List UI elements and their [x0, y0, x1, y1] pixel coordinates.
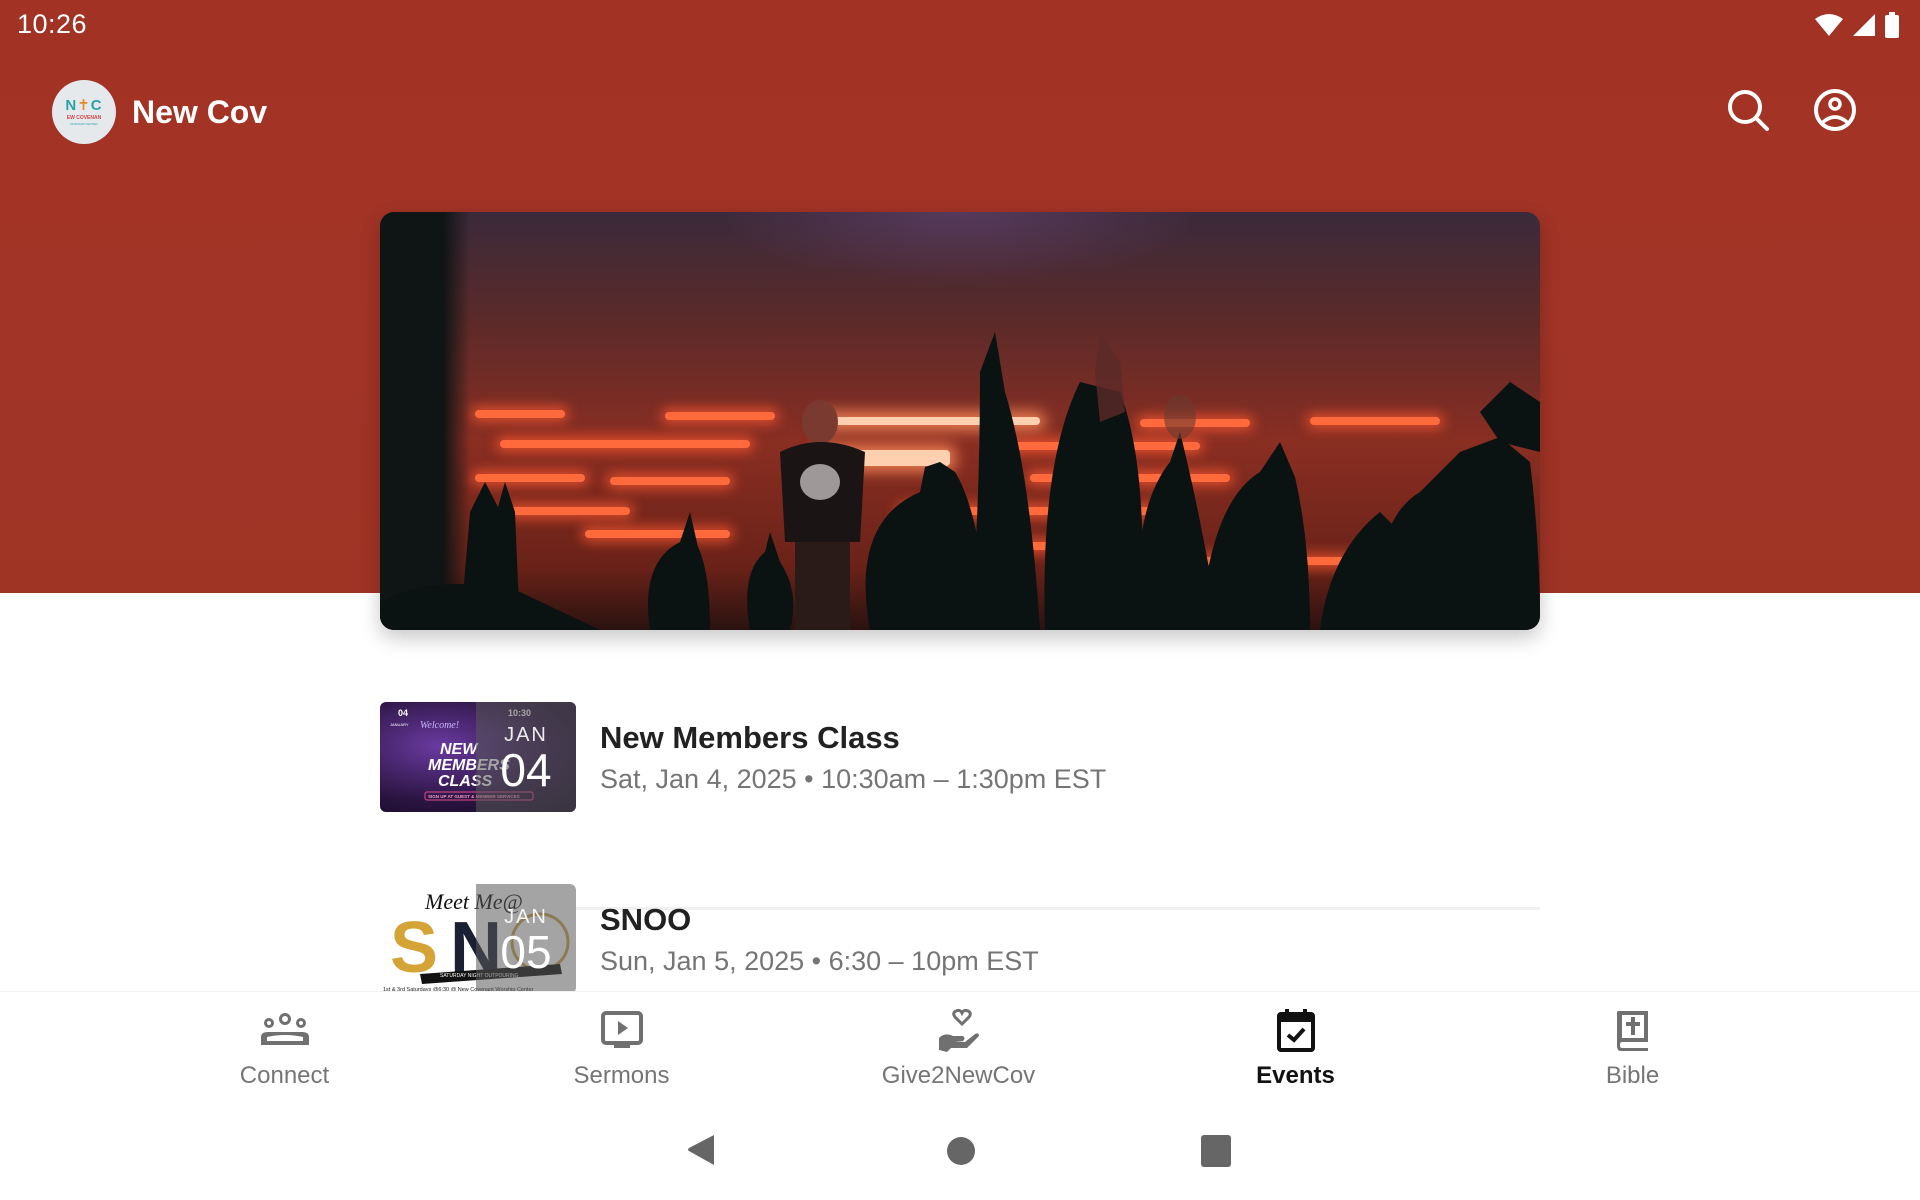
nav-tab-give[interactable]: Give2NewCov	[790, 992, 1127, 1099]
svg-text:Welcome!: Welcome!	[420, 720, 459, 731]
event-thumbnail: 04 JANUARY Welcome! NEW MEMBERS CLASS 10…	[380, 702, 576, 812]
event-datetime: Sun, Jan 5, 2025 • 6:30 – 10pm EST	[600, 946, 1039, 976]
event-title: SNOO	[600, 902, 692, 937]
video-play-icon	[596, 1008, 648, 1052]
nav-label: Bible	[1605, 1062, 1660, 1089]
wifi-icon	[1814, 13, 1844, 37]
nav-tab-sermons[interactable]: Sermons	[453, 992, 790, 1099]
battery-icon	[1884, 12, 1900, 38]
status-bar: 10:26	[0, 0, 1920, 50]
date-badge-month: JAN	[504, 723, 548, 746]
logo-subtext: WORSHIP CENTER	[70, 121, 98, 126]
nav-label: Events	[1256, 1062, 1335, 1089]
recents-icon[interactable]	[1201, 1135, 1231, 1172]
groups-icon	[259, 1008, 311, 1052]
date-badge: JAN 04	[476, 702, 576, 812]
crowd-silhouette	[380, 332, 1540, 630]
logo-text: EW COVENAN	[66, 114, 102, 121]
event-thumbnail: Meet Me@ S N SATURDAY NIGHT OUTPOURING 1…	[380, 884, 576, 991]
svg-text:NEW: NEW	[440, 741, 479, 758]
bible-icon	[1607, 1008, 1659, 1052]
date-badge: JAN 05	[476, 884, 576, 991]
app-title: New Cov	[132, 94, 268, 130]
search-button[interactable]	[1724, 88, 1772, 136]
svg-text:JANUARY: JANUARY	[390, 722, 409, 727]
hero-image[interactable]	[380, 212, 1540, 630]
search-icon	[1726, 88, 1770, 137]
date-badge-day: 04	[500, 743, 552, 796]
calendar-check-icon	[1270, 1008, 1322, 1052]
nav-label: Connect	[239, 1062, 330, 1089]
give-heart-hand-icon	[933, 1008, 985, 1052]
nav-label: Give2NewCov	[881, 1062, 1036, 1089]
status-icons	[1814, 12, 1900, 38]
home-icon[interactable]	[946, 1136, 976, 1171]
svg-text:04: 04	[398, 708, 408, 718]
bottom-navigation: Connect Sermons Give2NewCov Events Bible	[0, 991, 1920, 1098]
event-datetime: Sat, Jan 4, 2025 • 10:30am – 1:30pm EST	[600, 764, 1107, 794]
date-badge-month: JAN	[504, 905, 548, 928]
event-title: New Members Class	[600, 720, 900, 755]
nav-tab-connect[interactable]: Connect	[116, 992, 453, 1099]
church-logo[interactable]: N✝C EW COVENAN WORSHIP CENTER	[52, 80, 116, 144]
account-icon	[1813, 88, 1857, 137]
nav-tab-bible[interactable]: Bible	[1464, 992, 1801, 1099]
nav-tab-events[interactable]: Events	[1127, 992, 1464, 1099]
event-list-item[interactable]: 04 JANUARY Welcome! NEW MEMBERS CLASS 10…	[380, 702, 1540, 910]
event-list-item[interactable]: Meet Me@ S N SATURDAY NIGHT OUTPOURING 1…	[380, 884, 1540, 991]
events-list[interactable]: 04 JANUARY Welcome! NEW MEMBERS CLASS 10…	[380, 640, 1540, 991]
status-time: 10:26	[17, 9, 88, 39]
app-bar: N✝C EW COVENAN WORSHIP CENTER New Cov	[0, 70, 1920, 154]
nav-label: Sermons	[573, 1062, 670, 1089]
logo-mark: N✝C	[65, 96, 103, 114]
date-badge-day: 05	[500, 925, 552, 978]
back-icon[interactable]	[686, 1133, 718, 1172]
account-button[interactable]	[1811, 88, 1859, 136]
cellular-signal-icon	[1852, 13, 1876, 37]
system-navigation-bar	[0, 1098, 1920, 1200]
